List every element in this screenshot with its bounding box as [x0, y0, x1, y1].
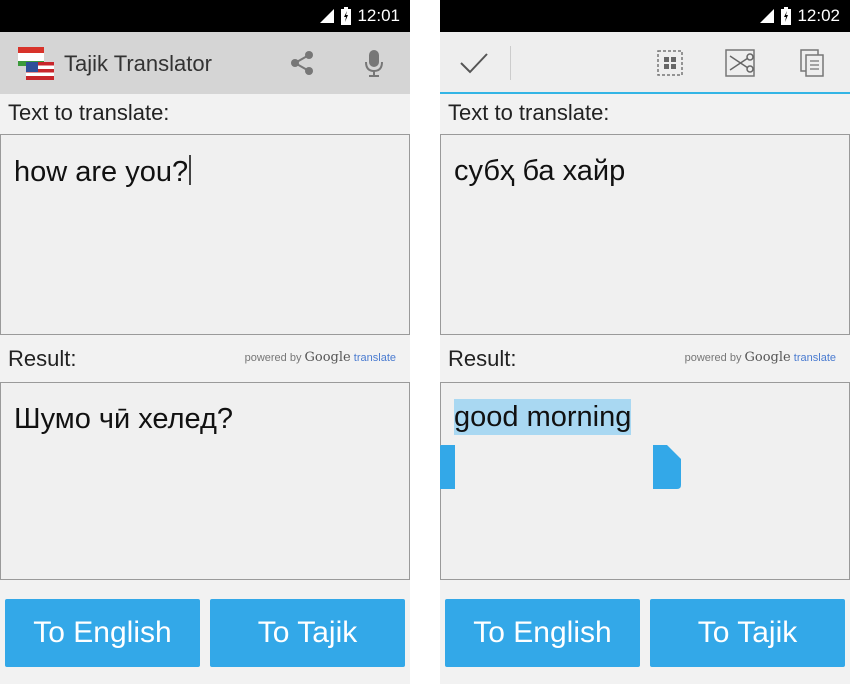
input-textarea[interactable]: субҳ ба хайр	[440, 134, 850, 335]
copy-button[interactable]	[796, 46, 828, 80]
status-bar: 12:02	[440, 0, 850, 32]
copy-icon	[800, 49, 824, 77]
input-label: Text to translate:	[8, 100, 170, 125]
to-english-button[interactable]: To English	[445, 599, 640, 667]
select-all-icon	[657, 50, 683, 76]
powered-by-google: powered by Google translate	[684, 350, 836, 365]
to-tajik-button[interactable]: To Tajik	[210, 599, 405, 667]
result-textarea[interactable]: good morning	[440, 382, 850, 580]
result-textarea[interactable]: Шумо чӣ хелед?	[0, 382, 410, 580]
status-bar: 12:01	[0, 0, 410, 32]
input-label: Text to translate:	[448, 100, 610, 125]
voice-input-button[interactable]	[358, 46, 390, 80]
flags-icon	[18, 47, 54, 80]
input-textarea[interactable]: how are you?	[0, 134, 410, 335]
result-label: Result:	[8, 346, 77, 371]
to-english-button[interactable]: To English	[5, 599, 200, 667]
result-label: Result:	[448, 346, 517, 371]
contextual-action-bar	[440, 32, 850, 94]
select-all-button[interactable]	[654, 46, 686, 80]
powered-by-google: powered by Google translate	[244, 350, 396, 365]
result-text-selected: good morning	[454, 399, 632, 435]
screen-left: 12:01 Tajik Translator Text to translate…	[0, 0, 410, 684]
microphone-icon	[365, 50, 383, 77]
done-button[interactable]	[458, 46, 490, 80]
input-text: how are you?	[14, 156, 189, 188]
signal-icon	[320, 9, 335, 23]
action-bar: Tajik Translator	[0, 32, 410, 94]
battery-icon	[341, 7, 352, 25]
input-text: субҳ ба хайр	[454, 155, 626, 187]
divider	[510, 46, 511, 80]
to-tajik-button[interactable]: To Tajik	[650, 599, 845, 667]
cut-icon	[725, 49, 755, 77]
selection-start-handle[interactable]	[440, 445, 455, 489]
status-time: 12:01	[357, 6, 400, 25]
share-button[interactable]	[286, 46, 318, 80]
battery-icon	[781, 7, 792, 25]
share-icon	[291, 51, 313, 75]
signal-icon	[760, 9, 775, 23]
status-time: 12:02	[797, 6, 840, 25]
screen-right: 12:02 Text to translate: субҳ ба хайр Re…	[440, 0, 850, 684]
text-cursor	[189, 155, 192, 185]
done-check-icon	[460, 53, 488, 74]
result-text: Шумо чӣ хелед?	[14, 403, 234, 435]
selection-end-handle[interactable]	[653, 445, 681, 489]
app-title: Tajik Translator	[64, 51, 212, 76]
cut-button[interactable]	[724, 46, 756, 80]
